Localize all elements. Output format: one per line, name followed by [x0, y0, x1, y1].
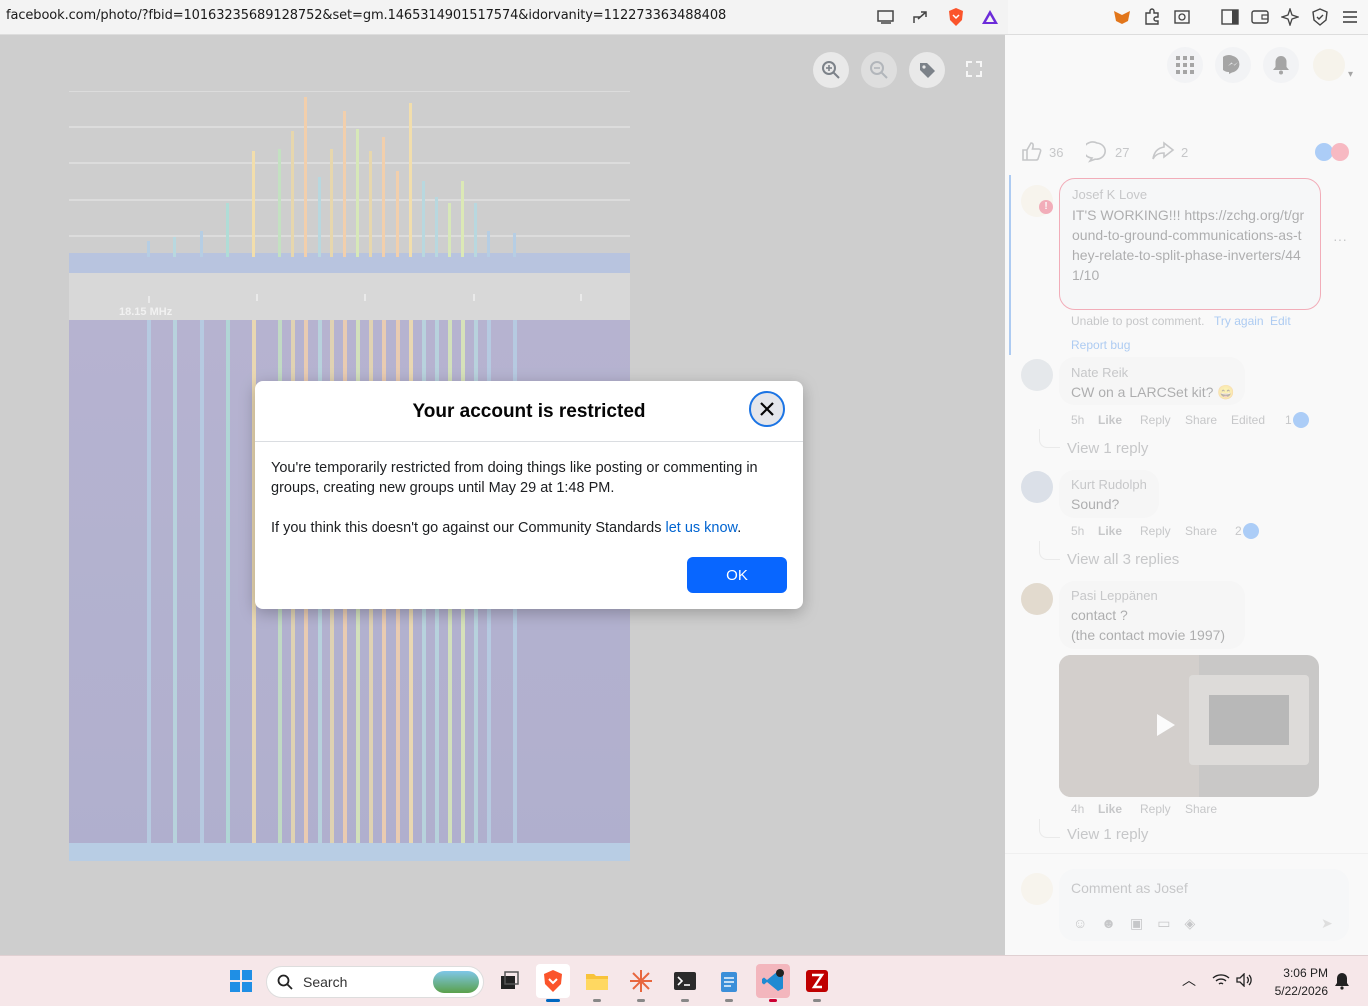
vpn-icon[interactable]	[1310, 7, 1330, 27]
wallet-icon[interactable]	[1250, 7, 1270, 27]
restriction-message: You're temporarily restricted from doing…	[271, 460, 758, 496]
task-view-button[interactable]	[492, 964, 526, 998]
taskbar-app-burst[interactable]	[624, 964, 658, 1002]
notepad-icon	[721, 972, 737, 992]
address-bar[interactable]: facebook.com/photo/?fbid=101632356891287…	[6, 8, 726, 23]
taskbar-brave[interactable]	[536, 964, 570, 1002]
browser-toolbar: facebook.com/photo/?fbid=101632356891287…	[0, 0, 1368, 35]
close-icon	[760, 402, 774, 416]
filezilla-icon	[806, 970, 828, 992]
restriction-dialog: Your account is restricted You're tempor…	[255, 381, 803, 609]
taskbar-filezilla[interactable]	[800, 964, 834, 1002]
clock-time[interactable]: 3:06 PM	[1270, 966, 1328, 980]
dialog-title: Your account is restricted	[412, 401, 646, 422]
ok-button[interactable]: OK	[687, 557, 787, 593]
appeal-text: If you think this doesn't go against our…	[271, 520, 666, 536]
taskbar-search[interactable]: Search	[266, 966, 484, 998]
screenshot-icon[interactable]	[1172, 7, 1192, 27]
brave-shield-icon[interactable]	[946, 7, 966, 27]
brave-rewards-icon[interactable]	[980, 7, 1000, 27]
leo-icon[interactable]	[1280, 7, 1300, 27]
taskbar-vscode[interactable]	[756, 964, 790, 1002]
taskbar-notepad[interactable]	[712, 964, 746, 1002]
folder-icon	[586, 974, 608, 990]
chevron-up-icon[interactable]: ︿	[1182, 970, 1196, 990]
search-label: Search	[303, 974, 348, 990]
let-us-know-link[interactable]: let us know	[665, 520, 737, 536]
taskbar-terminal[interactable]	[668, 964, 702, 1002]
sidebar-icon[interactable]	[1220, 7, 1240, 27]
terminal-icon	[674, 972, 696, 990]
metamask-icon[interactable]	[1112, 7, 1132, 27]
taskbar-file-explorer[interactable]	[580, 964, 614, 1002]
task-view-icon	[501, 971, 519, 989]
burst-icon	[630, 970, 652, 992]
search-icon	[277, 974, 293, 990]
close-button[interactable]	[749, 391, 785, 427]
share-icon[interactable]	[910, 7, 930, 27]
taskbar: Search ︿ 3:06 PM 5/22/2026	[0, 955, 1368, 1006]
start-button[interactable]	[224, 964, 258, 998]
cast-icon[interactable]	[876, 7, 896, 27]
wifi-icon[interactable]	[1212, 973, 1230, 992]
dialog-divider	[255, 441, 803, 442]
vscode-icon	[762, 969, 784, 991]
brave-icon	[544, 970, 562, 992]
appeal-text-end: .	[737, 520, 742, 536]
extensions-icon[interactable]	[1142, 7, 1162, 27]
appeal-message: If you think this doesn't go against our…	[271, 518, 791, 538]
volume-icon[interactable]	[1236, 972, 1254, 992]
search-highlight-image	[433, 971, 479, 993]
windows-icon	[230, 970, 252, 992]
menu-icon[interactable]	[1340, 7, 1360, 27]
notification-bell-icon[interactable]	[1334, 972, 1350, 995]
clock-date[interactable]: 5/22/2026	[1260, 984, 1328, 998]
